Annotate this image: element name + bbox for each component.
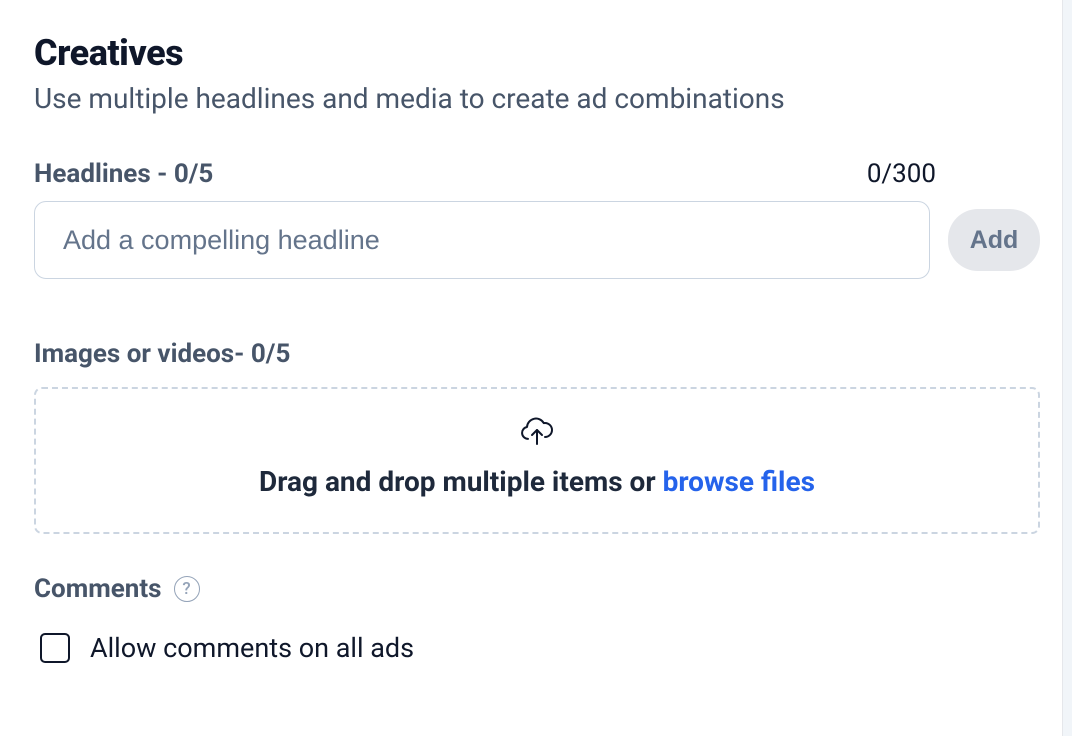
browse-files-link[interactable]: browse files — [663, 465, 815, 498]
media-label: Images or videos- 0/5 — [34, 339, 1040, 369]
section-title: Creatives — [34, 32, 1040, 74]
help-icon[interactable]: ? — [174, 576, 200, 602]
scrollbar-track[interactable] — [1062, 0, 1072, 736]
headline-input[interactable] — [34, 201, 930, 279]
comments-label: Comments — [34, 574, 162, 604]
dropzone-text: Drag and drop multiple items or browse f… — [56, 465, 1018, 498]
media-dropzone[interactable]: Drag and drop multiple items or browse f… — [34, 387, 1040, 534]
headline-input-row: Add — [34, 201, 1040, 279]
section-description: Use multiple headlines and media to crea… — [34, 82, 1040, 115]
upload-icon — [521, 417, 553, 451]
add-headline-button[interactable]: Add — [948, 209, 1040, 271]
headlines-header-row: Headlines - 0/5 0/300 — [34, 159, 1040, 189]
comments-header-row: Comments ? — [34, 574, 1040, 604]
headlines-char-count: 0/300 — [867, 159, 1040, 189]
allow-comments-row: Allow comments on all ads — [34, 632, 1040, 664]
allow-comments-checkbox[interactable] — [40, 633, 70, 663]
allow-comments-label[interactable]: Allow comments on all ads — [90, 632, 414, 664]
headlines-label: Headlines - 0/5 — [34, 159, 213, 189]
dropzone-prefix: Drag and drop multiple items or — [259, 465, 663, 498]
